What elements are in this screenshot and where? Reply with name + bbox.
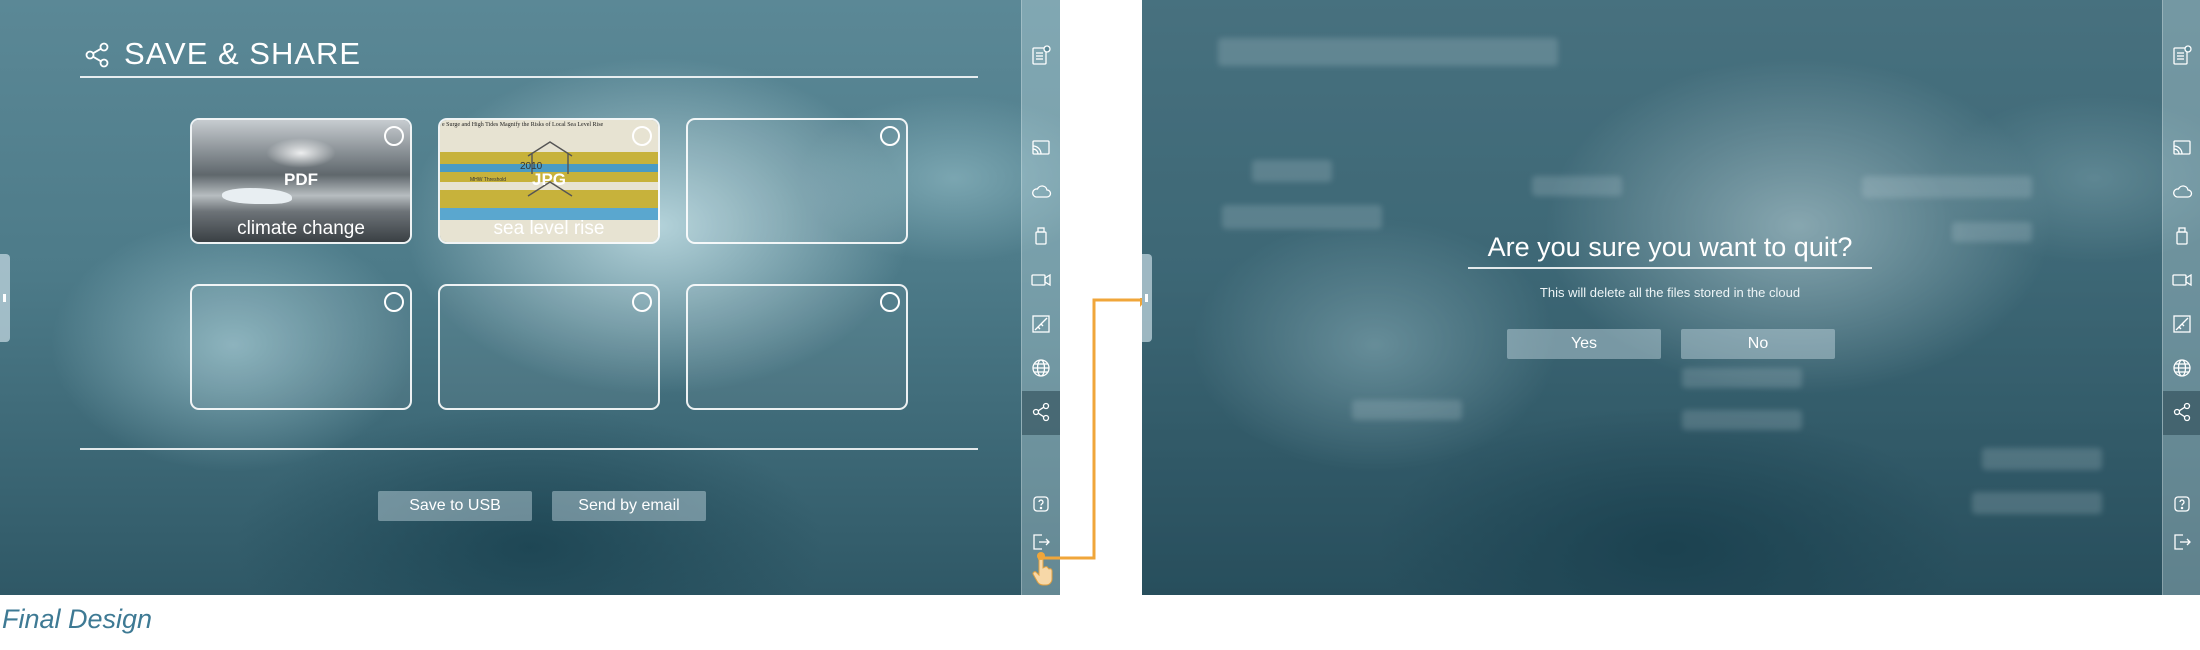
tool-sidebar	[2162, 0, 2200, 595]
file-type-label: JPG	[531, 170, 567, 189]
yes-button[interactable]: Yes	[1507, 329, 1661, 359]
file-type-label: PDF	[284, 170, 318, 189]
help-icon[interactable]	[1029, 492, 1053, 516]
ruler-icon[interactable]	[1029, 312, 1053, 336]
select-circle[interactable]	[632, 126, 652, 146]
exit-icon[interactable]	[1029, 530, 1053, 554]
save-share-screen: SAVE & SHARE PDF climate change e Surge …	[0, 0, 1060, 595]
send-by-email-button[interactable]: Send by email	[552, 491, 706, 521]
file-card-jpg[interactable]: e Surge and High Tides Magnify the Risks…	[438, 118, 660, 244]
usb-icon[interactable]	[1029, 224, 1053, 248]
video-icon[interactable]	[2170, 268, 2194, 292]
document-icon[interactable]	[2170, 44, 2194, 68]
file-caption: sea level rise	[493, 218, 605, 239]
cloud-icon[interactable]	[1029, 180, 1053, 204]
page-title: SAVE & SHARE	[124, 36, 362, 71]
title-bar: SAVE & SHARE	[80, 36, 978, 78]
hand-pointer-icon	[1030, 552, 1054, 588]
select-circle[interactable]	[632, 292, 652, 312]
drawer-handle[interactable]	[1142, 254, 1152, 342]
thumb-heading: e Surge and High Tides Magnify the Risks…	[442, 122, 604, 128]
share-icon[interactable]	[2170, 400, 2194, 424]
cast-icon[interactable]	[1029, 136, 1053, 160]
select-circle[interactable]	[384, 292, 404, 312]
dialog-message: This will delete all the files stored in…	[1539, 285, 1801, 300]
select-circle[interactable]	[880, 126, 900, 146]
divider-line	[80, 448, 978, 450]
exit-icon[interactable]	[2170, 530, 2194, 554]
file-card-empty[interactable]	[190, 284, 412, 410]
file-card-empty[interactable]	[686, 118, 908, 244]
save-to-usb-button[interactable]: Save to USB	[378, 491, 532, 521]
video-icon[interactable]	[1029, 268, 1053, 292]
file-card-empty[interactable]	[686, 284, 908, 410]
quit-confirm-screen: Are you sure you want to quit? This will…	[1142, 0, 2200, 595]
ruler-icon[interactable]	[2170, 312, 2194, 336]
globe-icon[interactable]	[2170, 356, 2194, 380]
file-card-empty[interactable]	[438, 284, 660, 410]
dialog-title: Are you sure you want to quit?	[1468, 232, 1872, 269]
share-icon[interactable]	[1029, 400, 1053, 424]
figure-caption: Final Design	[2, 604, 153, 634]
share-icon	[85, 42, 109, 68]
no-button[interactable]: No	[1681, 329, 1835, 359]
select-circle[interactable]	[880, 292, 900, 312]
file-caption: climate change	[237, 218, 365, 239]
tool-sidebar	[1021, 0, 1060, 595]
usb-icon[interactable]	[2170, 224, 2194, 248]
file-card-pdf[interactable]: PDF climate change	[190, 118, 412, 244]
cloud-icon[interactable]	[2170, 180, 2194, 204]
drawer-handle[interactable]	[0, 254, 10, 342]
select-circle[interactable]	[384, 126, 404, 146]
help-icon[interactable]	[2170, 492, 2194, 516]
document-icon[interactable]	[1029, 44, 1053, 68]
cast-icon[interactable]	[2170, 136, 2194, 160]
globe-icon[interactable]	[1029, 356, 1053, 380]
